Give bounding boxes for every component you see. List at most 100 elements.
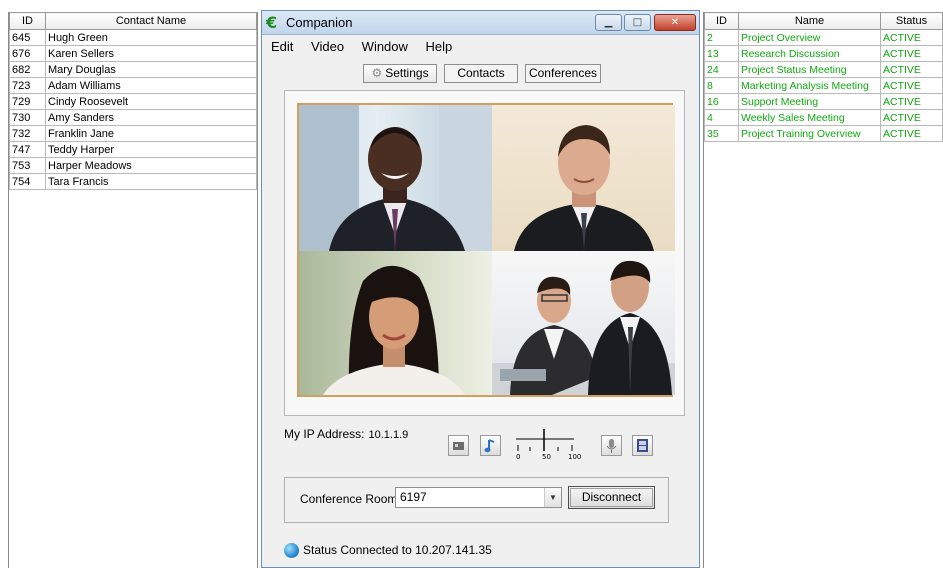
meetings-table-panel: ID Name Status 2 Project Overview ACTIVE 1… [703, 12, 943, 568]
contact-id: 732 [9, 125, 46, 142]
contact-name: Karen Sellers [45, 45, 257, 62]
music-note-icon [484, 439, 495, 453]
table-row[interactable]: 13 Research Discussion ACTIVE [704, 45, 943, 62]
meeting-status: ACTIVE [880, 77, 943, 94]
microphone-button[interactable] [601, 435, 622, 456]
meeting-id: 2 [704, 29, 739, 46]
contact-id: 645 [9, 29, 46, 46]
disconnect-button[interactable]: Disconnect [568, 486, 655, 509]
companion-app-icon: € [266, 13, 278, 32]
meeting-name: Weekly Sales Meeting [738, 109, 881, 126]
volume-slider[interactable]: 0 50 100 [514, 427, 594, 467]
meeting-name: Project Training Overview [738, 125, 881, 142]
contact-id: 753 [9, 157, 46, 174]
menu-edit[interactable]: Edit [271, 39, 293, 54]
meeting-status: ACTIVE [880, 125, 943, 142]
table-row[interactable]: 730 Amy Sanders [9, 109, 257, 126]
meeting-name: Research Discussion [738, 45, 881, 62]
table-row[interactable]: 24 Project Status Meeting ACTIVE [704, 61, 943, 78]
contact-id: 729 [9, 93, 46, 110]
contacts-header-row: ID Contact Name [9, 12, 257, 30]
column-header-id[interactable]: ID [704, 12, 739, 30]
minimize-button[interactable]: ▁ [595, 14, 622, 31]
camera-button[interactable] [448, 435, 469, 456]
table-row[interactable]: 8 Marketing Analysis Meeting ACTIVE [704, 77, 943, 94]
conference-room-select[interactable]: 6197 ▼ [395, 487, 562, 508]
menu-help[interactable]: Help [426, 39, 453, 54]
companion-window: € Companion ▁ □ ✕ Edit Video Window Help… [261, 10, 700, 568]
video-tile-participant-3[interactable] [299, 251, 492, 395]
camera-icon [453, 442, 464, 450]
contacts-table: ID Contact Name 645 Hugh Green 676 Karen S… [9, 12, 257, 190]
table-row[interactable]: 16 Support Meeting ACTIVE [704, 93, 943, 110]
menu-window[interactable]: Window [362, 39, 408, 54]
contact-id: 682 [9, 61, 46, 78]
participant-4-video [492, 260, 675, 395]
film-icon [637, 439, 648, 452]
volume-tick-100: 100 [568, 453, 582, 461]
table-row[interactable]: 729 Cindy Roosevelt [9, 93, 257, 110]
column-header-id[interactable]: ID [9, 12, 46, 30]
conference-room-label: Conference Room [300, 492, 398, 506]
maximize-button[interactable]: □ [624, 14, 651, 31]
meeting-id: 4 [704, 109, 739, 126]
meeting-status: ACTIVE [880, 93, 943, 110]
menu-video[interactable]: Video [311, 39, 344, 54]
contact-name: Tara Francis [45, 173, 257, 190]
table-row[interactable]: 35 Project Training Overview ACTIVE [704, 125, 943, 142]
meeting-id: 35 [704, 125, 739, 142]
tab-conferences[interactable]: Conferences [525, 64, 601, 83]
participant-3-video [323, 265, 465, 395]
menu-bar: Edit Video Window Help [262, 35, 699, 57]
meeting-name: Project Overview [738, 29, 881, 46]
column-header-name[interactable]: Name [738, 12, 881, 30]
gear-icon: ⚙ [371, 66, 383, 80]
video-panel [284, 90, 685, 416]
globe-icon [284, 543, 299, 559]
contact-name: Mary Douglas [45, 61, 257, 78]
volume-slider-track [516, 429, 574, 451]
ip-address-value: 10.1.1.9 [368, 429, 409, 441]
table-row[interactable]: 2 Project Overview ACTIVE [704, 29, 943, 46]
conference-room-value: 6197 [400, 490, 427, 504]
meeting-status: ACTIVE [880, 109, 943, 126]
table-row[interactable]: 753 Harper Meadows [9, 157, 257, 174]
table-row[interactable]: 754 Tara Francis [9, 173, 257, 190]
chevron-down-icon[interactable]: ▼ [544, 488, 561, 507]
meeting-id: 16 [704, 93, 739, 110]
ip-address-row: My IP Address: 10.1.1.9 [284, 427, 408, 441]
meeting-status: ACTIVE [880, 45, 943, 62]
contact-name: Amy Sanders [45, 109, 257, 126]
meeting-status: ACTIVE [880, 29, 943, 46]
tab-contacts[interactable]: Contacts [444, 64, 518, 83]
audio-button[interactable] [480, 435, 501, 456]
table-row[interactable]: 723 Adam Williams [9, 77, 257, 94]
title-bar[interactable]: € Companion ▁ □ ✕ [262, 11, 699, 35]
column-header-status[interactable]: Status [880, 12, 943, 30]
column-header-contact-name[interactable]: Contact Name [45, 12, 257, 30]
video-toggle-button[interactable] [632, 435, 653, 456]
table-row[interactable]: 4 Weekly Sales Meeting ACTIVE [704, 109, 943, 126]
contact-name: Cindy Roosevelt [45, 93, 257, 110]
close-button[interactable]: ✕ [654, 14, 696, 31]
contact-id: 730 [9, 109, 46, 126]
tab-settings[interactable]: ⚙ Settings [363, 64, 437, 83]
table-row[interactable]: 747 Teddy Harper [9, 141, 257, 158]
table-row[interactable]: 645 Hugh Green [9, 29, 257, 46]
meetings-header-row: ID Name Status [704, 12, 943, 30]
video-tile-participant-1[interactable] [299, 105, 492, 251]
desktop: ID Contact Name 645 Hugh Green 676 Karen S… [0, 0, 943, 568]
table-row[interactable]: 682 Mary Douglas [9, 61, 257, 78]
video-tile-participant-2[interactable] [492, 105, 675, 251]
video-tile-participant-4[interactable] [492, 251, 675, 395]
window-title: Companion [286, 15, 353, 30]
table-row[interactable]: 732 Franklin Jane [9, 125, 257, 142]
meeting-id: 13 [704, 45, 739, 62]
table-row[interactable]: 676 Karen Sellers [9, 45, 257, 62]
contact-id: 754 [9, 173, 46, 190]
contact-id: 676 [9, 45, 46, 62]
conference-room-group: Conference Room 6197 ▼ Disconnect [284, 477, 669, 523]
meeting-name: Support Meeting [738, 93, 881, 110]
volume-tick-50: 50 [542, 453, 551, 461]
participant-2-video [514, 125, 654, 251]
